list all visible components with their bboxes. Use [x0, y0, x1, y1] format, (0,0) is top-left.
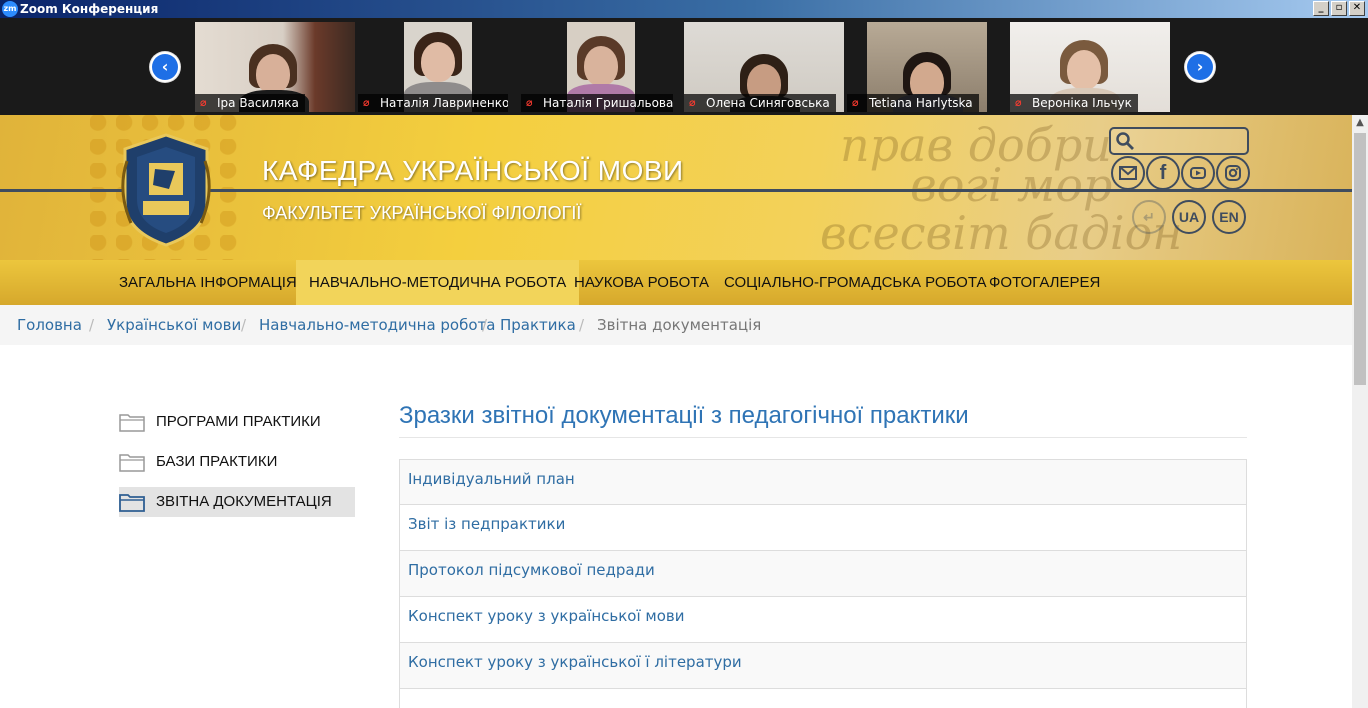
breadcrumb-separator: / — [241, 316, 247, 334]
participant-tile[interactable]: ⌀ Олена Синяговська — [684, 22, 844, 112]
sidebar-item-label: БАЗИ ПРАКТИКИ — [156, 453, 278, 470]
instagram-link[interactable] — [1216, 156, 1250, 190]
participant-name-label: ⌀ Tetiana Harlytska — [847, 94, 979, 112]
gallery-prev-button[interactable]: ‹ — [150, 52, 180, 82]
muted-mic-icon: ⌀ — [200, 96, 207, 109]
muted-mic-icon: ⌀ — [1015, 96, 1022, 109]
youtube-icon — [1190, 167, 1206, 179]
login-button[interactable]: ↵ — [1132, 200, 1166, 234]
sidebar-item-practice-programs[interactable]: ПРОГРАМИ ПРАКТИКИ — [119, 407, 355, 437]
participant-face — [584, 46, 618, 86]
muted-mic-icon: ⌀ — [526, 96, 533, 109]
sidebar-item-practice-bases[interactable]: БАЗИ ПРАКТИКИ — [119, 447, 355, 477]
participant-gallery: ‹ ⌀ Іра Василяка ⌀ Наталія Лавриненко ⌀ … — [0, 18, 1368, 115]
breadcrumb-separator: / — [579, 316, 585, 334]
sidebar-item-label: ЗВІТНА ДОКУМЕНТАЦІЯ — [156, 493, 332, 510]
scrollbar-thumb[interactable] — [1354, 133, 1366, 385]
document-list: Індивідуальний план Звіт із педпрактики … — [399, 459, 1247, 708]
document-link-language-lesson[interactable]: Конспект уроку з української мови — [399, 597, 1247, 643]
participant-face — [421, 42, 455, 82]
sidebar-item-report-docs[interactable]: ЗВІТНА ДОКУМЕНТАЦІЯ — [119, 487, 355, 517]
facebook-link[interactable]: f — [1146, 156, 1180, 190]
participant-tile[interactable]: ⌀ Наталія Гришальова — [521, 22, 673, 112]
participant-face — [256, 54, 290, 94]
participant-name-label: ⌀ Наталія Гришальова — [521, 94, 673, 112]
nav-item-social-work[interactable]: СОЦІАЛЬНО-ГРОМАДСЬКА РОБОТА — [711, 260, 1000, 305]
lang-ua-button[interactable]: UA — [1172, 200, 1206, 234]
title-divider — [399, 437, 1247, 438]
breadcrumb-separator: / — [482, 316, 488, 334]
search-input[interactable] — [1109, 127, 1249, 155]
document-link-council-protocol[interactable]: Протокол підсумкової педради — [399, 551, 1247, 597]
participant-name: Олена Синяговська — [706, 96, 830, 110]
site-subtitle: ФАКУЛЬТЕТ УКРАЇНСЬКОЇ ФІЛОЛОГІЇ — [262, 203, 582, 223]
window-titlebar: zm Zoom Конференция _ ▫ ✕ — [0, 0, 1368, 18]
participant-name: Tetiana Harlytska — [869, 96, 973, 110]
participant-name-label: ⌀ Наталія Лавриненко — [358, 94, 508, 112]
participant-name: Наталія Гришальова — [543, 96, 673, 110]
breadcrumb-department[interactable]: Української мови — [107, 305, 241, 345]
close-button[interactable]: ✕ — [1349, 1, 1365, 16]
muted-mic-icon: ⌀ — [852, 96, 859, 109]
participant-name-label: ⌀ Олена Синяговська — [684, 94, 836, 112]
participant-name-label: ⌀ Вероніка Ільчук — [1010, 94, 1138, 112]
folder-icon — [119, 454, 145, 472]
breadcrumb-current: Звітна документація — [597, 316, 762, 334]
participant-face — [1067, 50, 1101, 90]
email-button[interactable] — [1111, 156, 1145, 190]
breadcrumb: Головна / Української мови / Навчально-м… — [0, 305, 1352, 345]
minimize-button[interactable]: _ — [1313, 1, 1329, 16]
document-link-partial-row[interactable] — [399, 689, 1247, 708]
window-title: Zoom Конференция — [20, 2, 159, 16]
instagram-icon — [1225, 165, 1241, 181]
participant-name: Вероніка Ільчук — [1032, 96, 1132, 110]
participant-tile[interactable]: ⌀ Tetiana Harlytska — [847, 22, 997, 112]
folder-icon — [119, 414, 145, 432]
zoom-logo: zm — [2, 1, 18, 17]
lang-en-button[interactable]: EN — [1212, 200, 1246, 234]
page-scrollbar[interactable]: ▲ — [1352, 115, 1368, 708]
document-link-individual-plan[interactable]: Індивідуальний план — [399, 459, 1247, 505]
browser-page: прав добри вогі мор всесвіт бадіон КАФЕД… — [0, 115, 1352, 708]
site-title: КАФЕДРА УКРАЇНСЬКОЇ МОВИ — [262, 155, 684, 186]
participant-tile[interactable]: ⌀ Вероніка Ільчук — [1010, 22, 1170, 112]
participant-name-label: ⌀ Іра Василяка — [195, 94, 305, 112]
nav-item-research[interactable]: НАУКОВА РОБОТА — [561, 260, 722, 305]
nav-item-general-info[interactable]: ЗАГАЛЬНА ІНФОРМАЦІЯ — [106, 260, 310, 305]
enter-arrow-icon: ↵ — [1143, 209, 1155, 225]
muted-mic-icon: ⌀ — [689, 96, 696, 109]
document-link-literature-lesson[interactable]: Конспект уроку з української ї літератур… — [399, 643, 1247, 689]
nav-item-photo-gallery[interactable]: ФОТОГАЛЕРЕЯ — [976, 260, 1113, 305]
participant-name: Наталія Лавриненко — [380, 96, 508, 110]
university-crest-logo[interactable] — [117, 131, 215, 249]
youtube-link[interactable] — [1181, 156, 1215, 190]
mail-icon — [1119, 166, 1137, 180]
folder-open-icon — [119, 494, 145, 512]
nav-item-teaching-methods[interactable]: НАВЧАЛЬНО-МЕТОДИЧНА РОБОТА — [296, 260, 580, 305]
participant-tile[interactable]: ⌀ Іра Василяка — [195, 22, 355, 112]
muted-mic-icon: ⌀ — [363, 96, 370, 109]
main-navigation: ЗАГАЛЬНА ІНФОРМАЦІЯ НАВЧАЛЬНО-МЕТОДИЧНА … — [0, 260, 1352, 306]
chevron-right-icon: › — [1187, 54, 1213, 80]
scroll-up-icon[interactable]: ▲ — [1352, 115, 1368, 131]
gallery-next-button[interactable]: › — [1185, 52, 1215, 82]
sidebar-item-label: ПРОГРАМИ ПРАКТИКИ — [156, 413, 321, 430]
site-header-banner: прав добри вогі мор всесвіт бадіон КАФЕД… — [0, 115, 1352, 260]
document-link-practice-report[interactable]: Звіт із педпрактики — [399, 505, 1247, 551]
maximize-button[interactable]: ▫ — [1331, 1, 1347, 16]
breadcrumb-separator: / — [89, 316, 95, 334]
search-icon — [1116, 132, 1134, 150]
facebook-icon: f — [1159, 162, 1167, 184]
breadcrumb-teaching[interactable]: Навчально-методична робота — [259, 305, 495, 345]
participant-tile[interactable]: ⌀ Наталія Лавриненко — [358, 22, 508, 112]
breadcrumb-home[interactable]: Головна — [17, 305, 82, 345]
chevron-left-icon: ‹ — [152, 54, 178, 80]
participant-name: Іра Василяка — [217, 96, 299, 110]
breadcrumb-practice[interactable]: Практика — [500, 305, 576, 345]
page-title: Зразки звітної документації з педагогічн… — [399, 402, 969, 429]
